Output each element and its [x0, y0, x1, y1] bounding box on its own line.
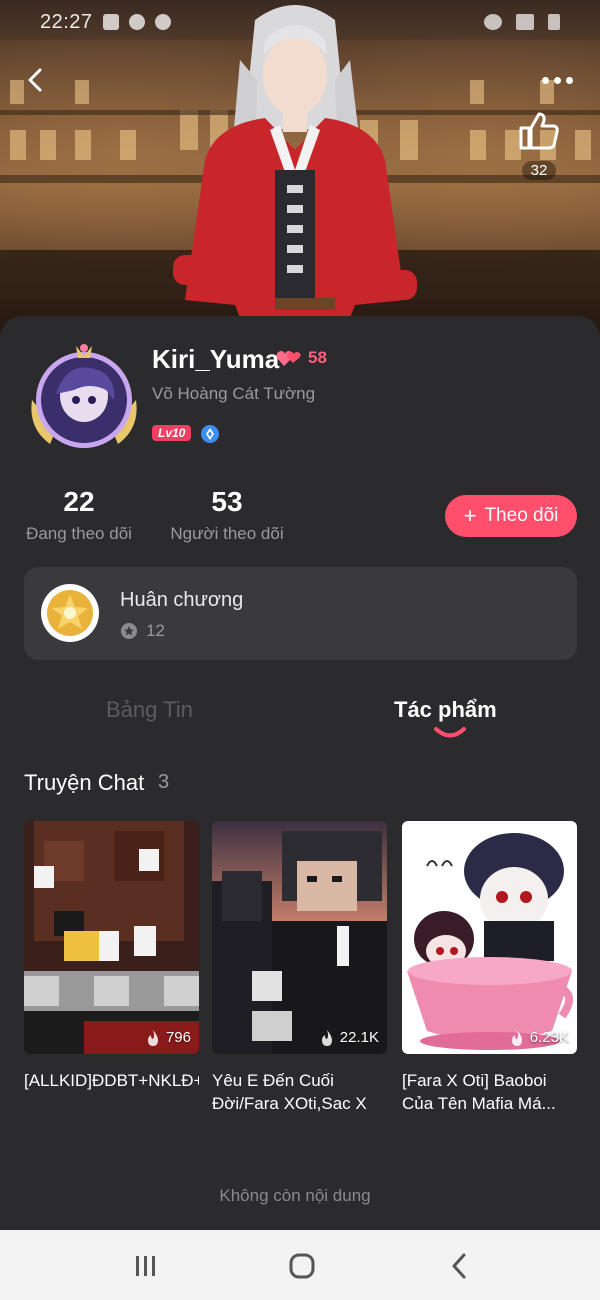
tab-news-feed[interactable]: Bảng Tin: [106, 697, 193, 723]
tab-works[interactable]: Tác phẩm: [394, 697, 497, 723]
story-views: 6.23K: [510, 1029, 569, 1046]
more-dot-icon: [542, 76, 549, 84]
followers-label: Người theo dõi: [170, 524, 284, 543]
story-views: 22.1K: [320, 1029, 379, 1046]
flame-icon: [511, 1029, 522, 1046]
more-options-button[interactable]: [542, 70, 576, 90]
story-cover-image: [24, 821, 199, 1054]
recent-apps-icon: [136, 1256, 155, 1276]
heart-count: 58: [308, 348, 327, 367]
flame-icon: [321, 1029, 332, 1046]
story-views: 796: [146, 1029, 191, 1046]
story-title: [ALLKID]ĐDBT+NKLĐ+LR: [24, 1071, 199, 1090]
battery-icon: [548, 14, 560, 30]
like-count: 32: [521, 161, 557, 180]
story-views-count: 6.23K: [529, 1029, 569, 1046]
medals-card[interactable]: Huân chương 12: [24, 567, 577, 660]
system-navigation-bar: [0, 1230, 600, 1300]
following-label: Đang theo dõi: [26, 524, 132, 543]
thumbs-up-icon: [519, 112, 559, 150]
story-views-count: 22.1K: [339, 1029, 379, 1046]
like-button[interactable]: 32: [514, 110, 564, 180]
home-icon: [289, 1253, 315, 1279]
hearts-icon: [276, 351, 301, 366]
story-cover-image: [402, 821, 577, 1054]
home-button[interactable]: [282, 1252, 322, 1280]
back-button[interactable]: [18, 62, 54, 98]
verified-badge-icon: [201, 425, 219, 443]
story-views-count: 796: [165, 1029, 191, 1046]
story-card[interactable]: 6.23K [Fara X Oti] Baoboi Của Tên Mafia …: [402, 821, 577, 1115]
chevron-left-icon: [28, 68, 42, 92]
flame-icon: [147, 1029, 158, 1046]
follow-button-label: Theo dõi: [484, 505, 559, 526]
alarm-icon: [484, 14, 502, 30]
plus-icon: +: [463, 503, 477, 528]
following-stat[interactable]: 22 Đang theo dõi: [22, 486, 136, 544]
level-badge: Lv10: [152, 425, 192, 441]
story-card[interactable]: 796 [ALLKID]ĐDBT+NKLĐ+LR: [24, 821, 199, 1092]
story-thumbnail: 6.23K: [402, 821, 577, 1054]
star-badge-icon: [121, 623, 137, 639]
story-title: Yêu E Đến Cuối Đời/Fara XOti,Sac X Fed/: [212, 1071, 367, 1113]
heart-badge: 58: [276, 348, 327, 368]
story-thumbnail: 796: [24, 821, 199, 1054]
status-time: 22:27: [40, 10, 93, 33]
medals-count-row: 12: [120, 621, 165, 641]
active-tab-indicator: [434, 727, 466, 738]
followers-stat[interactable]: 53 Người theo dõi: [164, 486, 290, 544]
avatar[interactable]: [26, 338, 142, 454]
follow-button[interactable]: + Theo dõi: [445, 495, 577, 537]
section-title: Truyện Chat: [24, 770, 145, 795]
medals-title: Huân chương: [120, 589, 244, 611]
following-count: 22: [63, 486, 95, 517]
system-icons: [484, 14, 560, 30]
avatar-image: [31, 344, 137, 448]
followers-count: 53: [211, 486, 243, 517]
character-illustration: [173, 5, 417, 330]
recent-apps-button[interactable]: [126, 1252, 166, 1280]
medal-icon: [41, 584, 99, 642]
profile-cover: 22:27 32: [0, 0, 600, 340]
system-back-button[interactable]: [440, 1252, 480, 1280]
youtube-icon: [102, 14, 119, 30]
medals-count: 12: [146, 621, 165, 640]
display-name: Võ Hoàng Cát Tường: [152, 384, 316, 403]
more-dot-icon: [566, 76, 573, 84]
story-card[interactable]: 22.1K Yêu E Đến Cuối Đời/Fara XOti,Sac X…: [212, 821, 387, 1115]
username: Kiri_Yuma: [152, 344, 280, 374]
back-arrow-icon: [452, 1253, 466, 1279]
story-title: [Fara X Oti] Baoboi Của Tên Mafia Má...: [402, 1071, 556, 1113]
story-thumbnail: 22.1K: [212, 821, 387, 1054]
messenger-icon: [128, 14, 145, 30]
more-dot-icon: [554, 76, 561, 84]
end-of-content-text: Không còn nội dung: [219, 1186, 371, 1205]
story-cover-image: [212, 821, 387, 1054]
section-count: 3: [158, 771, 170, 793]
wifi-icon: [516, 14, 534, 30]
